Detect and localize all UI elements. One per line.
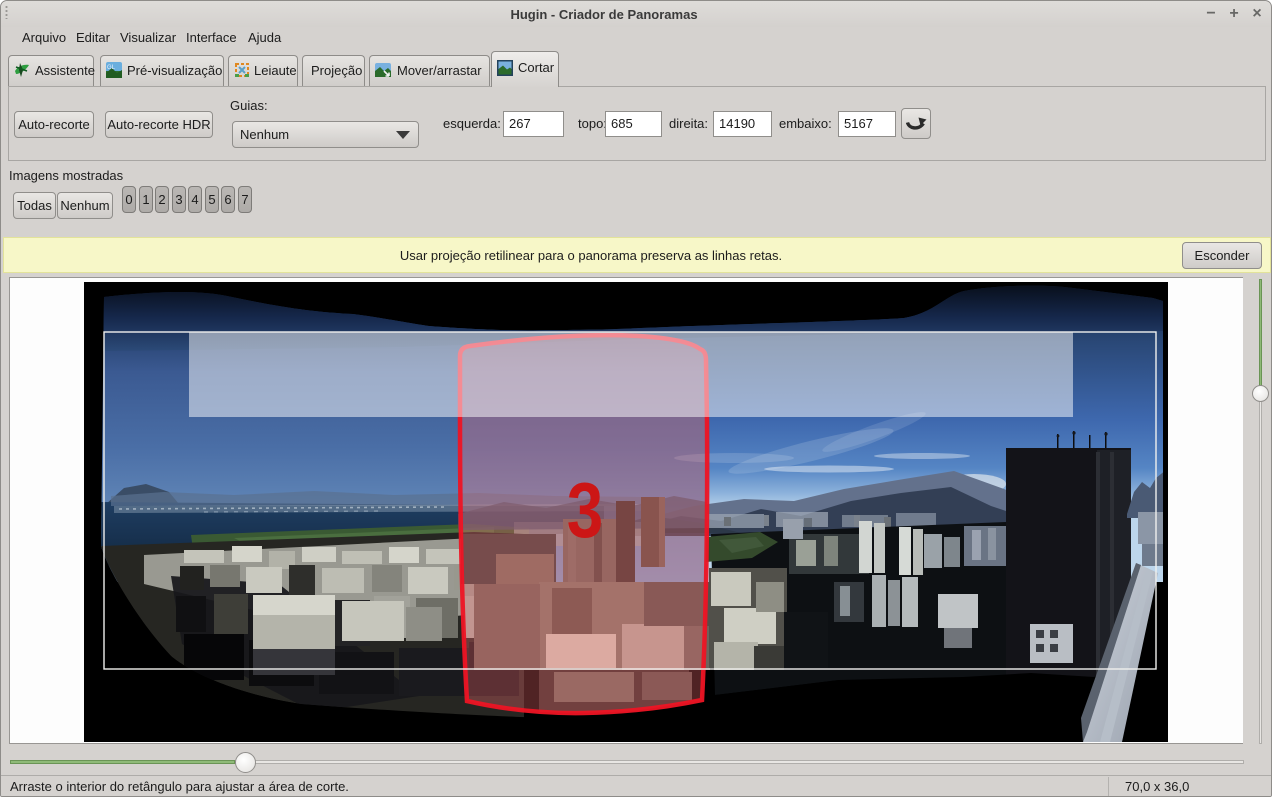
svg-text:3: 3 [567,468,603,555]
svg-text:GL: GL [107,65,116,71]
